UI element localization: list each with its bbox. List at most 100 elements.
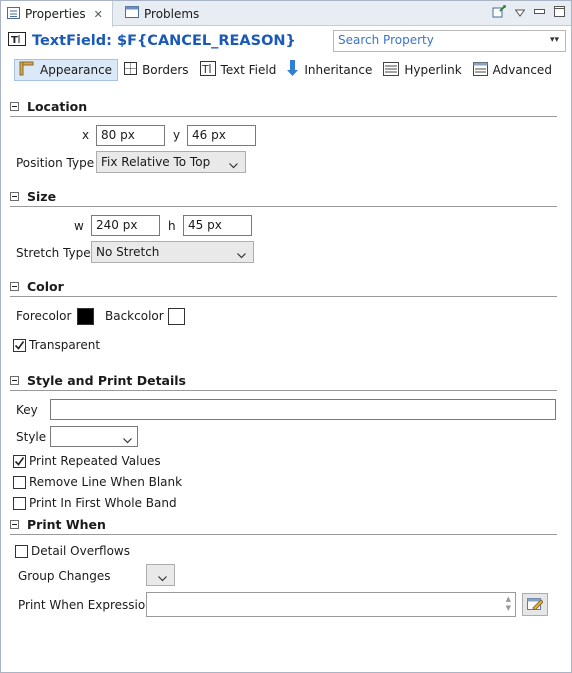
- checkbox[interactable]: [15, 544, 28, 558]
- properties-icon: [7, 6, 20, 22]
- page-title: TextField: $F{CANCEL_REASON}: [32, 32, 296, 49]
- divider: [10, 390, 557, 391]
- group-changes-label: Group Changes: [18, 569, 111, 583]
- appearance-icon: [19, 61, 35, 79]
- y-label: y: [173, 128, 181, 142]
- checkbox[interactable]: [13, 475, 26, 489]
- search-property-input[interactable]: Search Property ▾▾: [333, 30, 566, 52]
- advanced-icon: [472, 61, 488, 79]
- position-type-value: Fix Relative To Top: [101, 155, 211, 169]
- backcolor-swatch[interactable]: [168, 308, 185, 325]
- section-inheritance[interactable]: Inheritance: [283, 59, 377, 81]
- w-label: w: [74, 219, 84, 233]
- size-heading: Size: [27, 189, 57, 204]
- style-label: Style: [16, 430, 47, 444]
- section-textfield-label: Text Field: [220, 63, 277, 77]
- tab-properties-label: Properties: [25, 7, 86, 21]
- print-first-label: Print In First Whole Band: [29, 496, 177, 510]
- y-field[interactable]: 46 px: [187, 125, 256, 146]
- stretch-type-select[interactable]: No Stretch: [91, 241, 254, 263]
- transparent-label: Transparent: [29, 338, 101, 352]
- print-when-expression-field[interactable]: ▲ ▼: [146, 592, 516, 617]
- pin-icon[interactable]: [492, 5, 506, 21]
- close-tab-icon[interactable]: ✕: [94, 8, 103, 21]
- checkbox[interactable]: [13, 496, 26, 510]
- x-field[interactable]: 80 px: [96, 125, 165, 146]
- forecolor-swatch[interactable]: [77, 308, 94, 325]
- position-type-select[interactable]: Fix Relative To Top: [96, 151, 246, 173]
- section-appearance[interactable]: Appearance: [14, 59, 119, 81]
- view-tab-bar: Properties ✕ Problems: [1, 1, 571, 27]
- tab-problems[interactable]: Problems: [119, 1, 199, 26]
- section-appearance-label: Appearance: [40, 63, 113, 77]
- h-field[interactable]: 45 px: [183, 215, 252, 236]
- w-field[interactable]: 240 px: [91, 215, 160, 236]
- collapse-icon[interactable]: [10, 282, 19, 291]
- location-group-header[interactable]: Location: [10, 99, 87, 114]
- collapse-icon[interactable]: [10, 520, 19, 529]
- search-placeholder: Search Property: [338, 33, 434, 47]
- position-type-label: Position Type: [16, 156, 95, 170]
- section-hyperlink[interactable]: Hyperlink: [379, 59, 466, 81]
- section-advanced-label: Advanced: [492, 63, 552, 77]
- edit-expression-icon: [527, 596, 544, 613]
- section-inheritance-label: Inheritance: [304, 63, 373, 77]
- print-repeated-checkbox[interactable]: Print Repeated Values: [13, 454, 161, 468]
- section-bar: Appearance Borders T Text Field Inherita…: [14, 59, 559, 81]
- section-borders[interactable]: Borders: [120, 59, 193, 81]
- section-textfield[interactable]: T Text Field: [196, 59, 282, 81]
- h-label: h: [168, 219, 176, 233]
- backcolor-label: Backcolor: [105, 309, 164, 323]
- element-title: T TextField: $F{CANCEL_REASON}: [8, 32, 296, 49]
- size-group-header[interactable]: Size: [10, 189, 56, 204]
- print-when-expression-label: Print When Expression: [18, 598, 153, 612]
- color-group-header[interactable]: Color: [10, 279, 64, 294]
- style-select[interactable]: [50, 426, 138, 447]
- divider: [10, 116, 557, 117]
- remove-line-checkbox[interactable]: Remove Line When Blank: [13, 475, 182, 489]
- chevron-down-icon: [237, 248, 246, 262]
- section-advanced[interactable]: Advanced: [469, 59, 557, 81]
- checkbox[interactable]: [13, 454, 26, 468]
- style-print-heading: Style and Print Details: [27, 373, 186, 388]
- textfield-section-icon: T: [199, 61, 216, 79]
- scrollbar[interactable]: ▲ ▼: [506, 595, 511, 613]
- key-field[interactable]: [50, 399, 556, 420]
- textfield-icon: T: [8, 32, 26, 49]
- location-heading: Location: [27, 99, 88, 114]
- search-dropdown-icon[interactable]: ▾▾: [550, 35, 559, 45]
- divider: [10, 296, 557, 297]
- tab-properties[interactable]: Properties ✕: [1, 1, 113, 27]
- forecolor-label: Forecolor: [16, 309, 72, 323]
- chevron-down-icon: [123, 433, 132, 447]
- collapse-icon[interactable]: [10, 192, 19, 201]
- x-label: x: [82, 128, 90, 142]
- view-toolbar: [492, 5, 565, 21]
- remove-line-label: Remove Line When Blank: [29, 475, 183, 489]
- section-hyperlink-label: Hyperlink: [404, 63, 462, 77]
- svg-text:T: T: [11, 35, 18, 46]
- minimize-icon[interactable]: [534, 6, 545, 20]
- detail-overflows-label: Detail Overflows: [31, 544, 130, 558]
- stretch-type-label: Stretch Type: [16, 246, 91, 260]
- collapse-icon[interactable]: [10, 376, 19, 385]
- print-when-group-header[interactable]: Print When: [10, 517, 106, 532]
- view-menu-icon[interactable]: [514, 6, 526, 20]
- borders-icon: [124, 62, 138, 78]
- divider: [10, 534, 557, 535]
- divider: [10, 206, 557, 207]
- inheritance-icon: [287, 60, 299, 80]
- expression-editor-button[interactable]: [522, 593, 548, 616]
- color-heading: Color: [27, 279, 64, 294]
- collapse-icon[interactable]: [10, 102, 19, 111]
- svg-text:T: T: [201, 63, 209, 76]
- transparent-checkbox[interactable]: Transparent: [13, 338, 100, 352]
- group-changes-select[interactable]: [146, 564, 175, 586]
- chevron-down-icon: [229, 158, 238, 172]
- detail-overflows-checkbox[interactable]: Detail Overflows: [15, 544, 130, 558]
- checkbox[interactable]: [13, 338, 26, 352]
- print-first-band-checkbox[interactable]: Print In First Whole Band: [13, 496, 177, 510]
- style-print-group-header[interactable]: Style and Print Details: [10, 373, 186, 388]
- maximize-icon[interactable]: [554, 6, 565, 20]
- section-borders-label: Borders: [142, 63, 189, 77]
